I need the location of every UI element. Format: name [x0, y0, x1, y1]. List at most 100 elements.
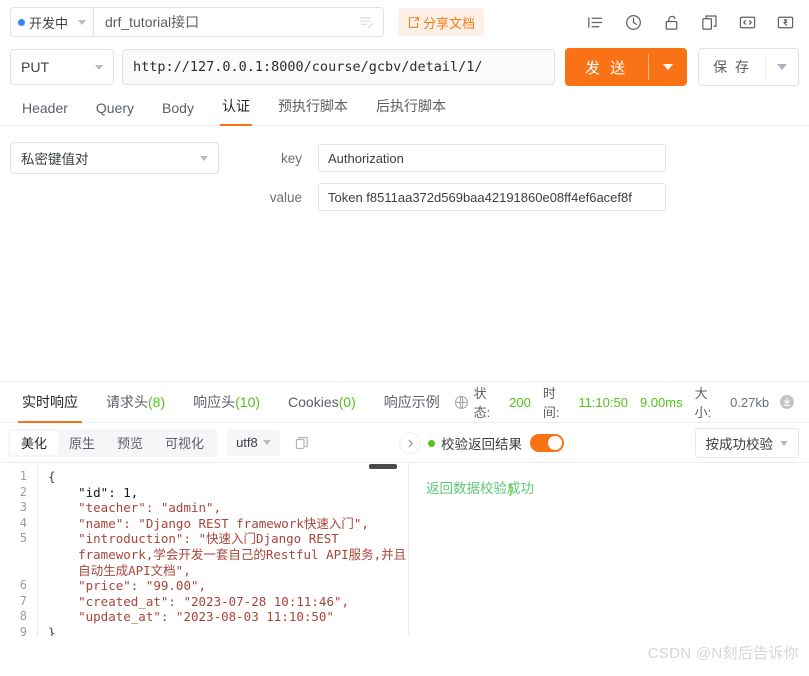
save-button[interactable]: 保 存 [699, 49, 765, 85]
request-tabs: Header Query Body 认证 预执行脚本 后执行脚本 [0, 90, 809, 126]
tab-query[interactable]: Query [82, 100, 148, 125]
tab-auth[interactable]: 认证 [208, 96, 264, 126]
verify-rule-select[interactable]: 按成功校验 [694, 428, 799, 458]
verify-brace-marker: ] [507, 483, 515, 497]
indent-list-icon[interactable] [586, 13, 605, 32]
request-url-row: PUT http://127.0.0.1:8000/course/gcbv/de… [0, 44, 809, 90]
globe-icon [454, 395, 469, 410]
view-mode-pretty[interactable]: 美化 [10, 430, 59, 455]
code-line: "introduction": "快速入门Django REST [48, 531, 339, 547]
chevron-down-icon [780, 440, 788, 446]
tab-label: 实时响应 [22, 394, 78, 410]
auth-value-input[interactable]: Token f8511aa372d569baa42191860e08ff4ef6… [318, 183, 666, 211]
auth-type-select[interactable]: 私密键值对 [10, 142, 219, 174]
time-value: 11:10:50 [578, 394, 628, 410]
chevron-down-icon [262, 440, 271, 445]
share-doc-label: 分享文档 [423, 15, 476, 31]
verify-result-pane: 返回数据校验成功 ] [410, 463, 809, 636]
tab-header[interactable]: Header [8, 100, 82, 125]
share-doc-button[interactable]: 分享文档 [398, 8, 485, 36]
json-code-text: { "id": 1, "teacher": "admin", "name": "… [38, 463, 408, 636]
chevron-right-icon [408, 439, 413, 447]
tab-cookies[interactable]: Cookies (0) [274, 382, 370, 423]
line-number-gutter: 1 2 3 4 5 6 7 8 9 [0, 463, 38, 636]
tab-label: 请求头 [106, 394, 148, 410]
tab-response-example[interactable]: 响应示例 [370, 382, 454, 423]
view-mode-preview[interactable]: 预览 [106, 431, 154, 455]
response-status-bar: 状态: 200 时间: 11:10:50 9.00ms 大小: 0.27kb [454, 383, 801, 421]
encoding-select[interactable]: utf8 [227, 429, 280, 456]
view-mode-raw[interactable]: 原生 [58, 431, 106, 455]
code-line: "id": 1, [48, 484, 139, 500]
edit-lines-icon[interactable] [359, 14, 375, 30]
chevron-down-icon [78, 19, 86, 25]
code-line: framework,学会开发一套自己的Restful API服务,并且 [48, 546, 407, 562]
toggle-knob [548, 436, 562, 450]
code-line: "name": "Django REST framework快速入门", [48, 515, 369, 531]
horizontal-scrollbar-thumb[interactable] [369, 464, 397, 469]
status-code: 200 [509, 394, 531, 410]
tab-label: Cookies [288, 394, 339, 410]
share-doc-icon [408, 16, 419, 28]
download-icon[interactable] [779, 394, 795, 410]
url-value: http://127.0.0.1:8000/course/gcbv/detail… [133, 59, 483, 75]
http-method-select[interactable]: PUT [10, 49, 114, 85]
auth-type-value: 私密键值对 [21, 152, 89, 167]
export-icon[interactable] [776, 13, 795, 32]
verify-label: 校验返回结果 [441, 437, 522, 452]
size-value: 0.27kb [730, 394, 770, 410]
line-number: 2 [19, 484, 27, 499]
tab-count: (0) [338, 394, 356, 410]
tab-response-headers[interactable]: 响应头 (10) [179, 382, 274, 423]
send-button[interactable]: 发 送 [565, 48, 648, 86]
json-code-pane[interactable]: 1 2 3 4 5 6 7 8 9 { "id": 1, "teacher": … [0, 463, 409, 636]
line-number: 9 [19, 624, 27, 636]
tab-realtime-response[interactable]: 实时响应 [8, 382, 92, 423]
copy-icon[interactable] [294, 435, 310, 451]
duration-value: 9.00ms [639, 394, 683, 410]
auth-value-label: value [269, 189, 302, 205]
tab-post-script[interactable]: 后执行脚本 [362, 96, 460, 125]
save-dropdown-button[interactable] [766, 49, 798, 85]
copy-duplicate-icon[interactable] [700, 13, 719, 32]
auth-key-row: key Authorization [240, 144, 666, 172]
code-line: "teacher": "admin", [48, 500, 222, 516]
time-label: 时间: [542, 386, 560, 420]
api-name-field[interactable]: drf_tutorial接口 [94, 7, 384, 37]
send-dropdown-button[interactable] [649, 48, 687, 86]
chevron-down-icon [777, 64, 787, 70]
history-clock-icon[interactable] [624, 13, 643, 32]
url-input[interactable]: http://127.0.0.1:8000/course/gcbv/detail… [122, 49, 555, 85]
line-number: 6 [19, 578, 27, 593]
view-mode-visual[interactable]: 可视化 [154, 431, 215, 455]
status-dot [18, 18, 25, 26]
api-status-select[interactable]: 开发中 [10, 7, 94, 37]
code-line: "created_at": "2023-07-28 10:11:46", [48, 593, 350, 609]
line-number [0, 563, 37, 579]
code-line: "update_at": "2023-08-03 11:10:50" [48, 609, 334, 625]
status-label: 状态: [473, 386, 491, 420]
code-brackets-icon[interactable] [738, 13, 757, 32]
verify-toggle[interactable] [530, 434, 564, 452]
line-number: 3 [19, 500, 27, 515]
chevron-down-icon [95, 64, 103, 70]
response-toolbar: 美化 原生 预览 可视化 utf8 校验返回结果 按成功校验 [0, 423, 809, 463]
auth-key-input[interactable]: Authorization [318, 144, 666, 172]
watermark: CSDN @N刻后告诉你 [647, 645, 799, 662]
tab-request-headers[interactable]: 请求头 (8) [92, 382, 179, 423]
auth-panel: 私密键值对 key Authorization value Token f851… [0, 126, 809, 381]
code-line: "price": "99.00", [48, 578, 207, 594]
line-number: 5 [19, 531, 27, 546]
response-tabs: 实时响应 请求头 (8) 响应头 (10) Cookies (0) 响应示例 状态: … [0, 381, 809, 423]
collapse-panel-handle[interactable] [399, 432, 421, 454]
top-icon-group [586, 13, 799, 32]
save-button-group[interactable]: 保 存 [698, 48, 799, 86]
code-line: 自动生成API文档", [48, 562, 191, 578]
send-button-group[interactable]: 发 送 [564, 48, 688, 86]
unlock-icon[interactable] [662, 13, 681, 32]
verify-rule-value: 按成功校验 [705, 437, 774, 452]
response-body: 1 2 3 4 5 6 7 8 9 { "id": 1, "teacher": … [0, 463, 809, 636]
http-method-value: PUT [21, 59, 49, 75]
tab-body[interactable]: Body [148, 100, 208, 125]
tab-pre-script[interactable]: 预执行脚本 [264, 96, 362, 125]
